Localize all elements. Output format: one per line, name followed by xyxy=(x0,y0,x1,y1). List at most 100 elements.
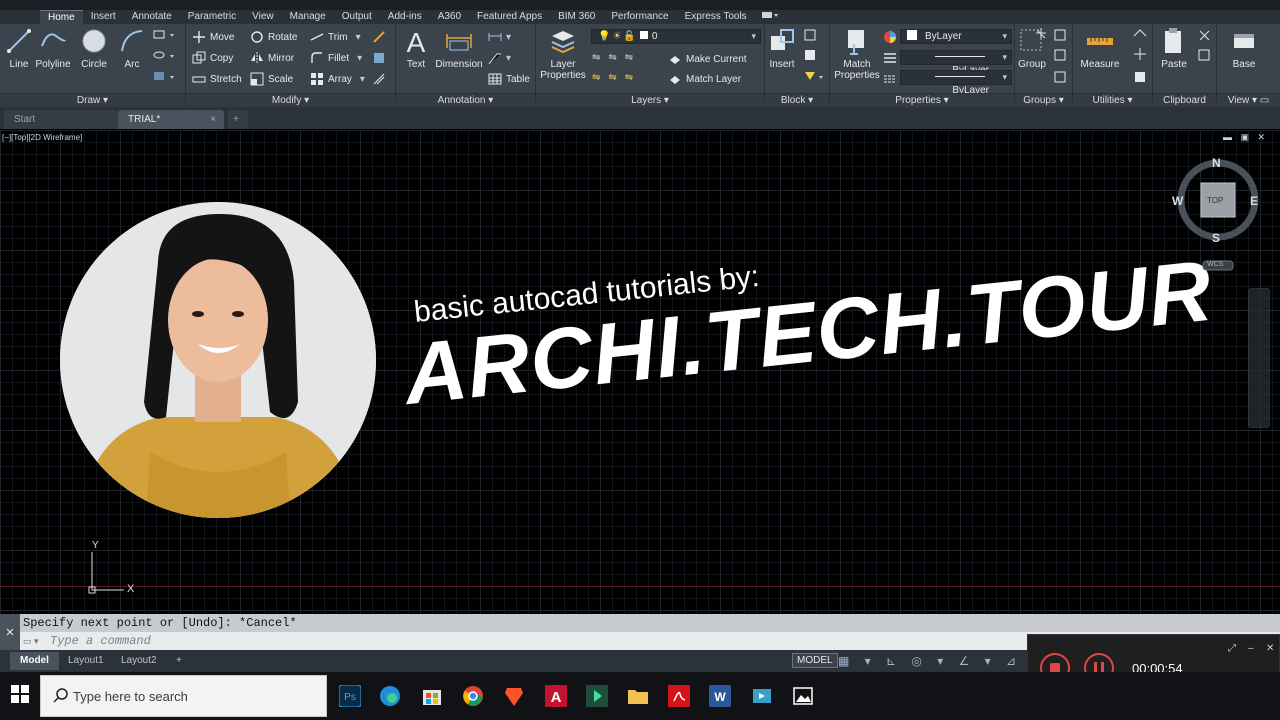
taskbar-search[interactable]: Type here to search xyxy=(40,675,327,717)
snipping-tool-icon[interactable] xyxy=(746,680,778,712)
block-small-tools[interactable] xyxy=(803,28,827,93)
tab-bim-360[interactable]: BIM 360 xyxy=(550,10,603,24)
insert-button[interactable]: Insert xyxy=(759,26,805,70)
stretch-button[interactable]: Stretch xyxy=(192,72,242,86)
layout-tab-layout2[interactable]: Layout2 xyxy=(111,652,167,670)
minimize-icon[interactable]: – xyxy=(1248,643,1254,654)
store-icon[interactable] xyxy=(416,680,448,712)
layout-tab-layout1[interactable]: Layout1 xyxy=(58,652,114,670)
compass-west[interactable]: W xyxy=(1172,194,1183,208)
trim-button[interactable]: Trim ▾ xyxy=(310,30,361,44)
arc-button[interactable]: Arc xyxy=(109,26,155,70)
group-button[interactable]: Group xyxy=(1009,26,1055,70)
viewport-window-controls[interactable]: ▬ ▣ ✕ xyxy=(1223,132,1268,143)
clipboard-small-tools[interactable] xyxy=(1197,28,1213,93)
tab-home[interactable]: Home xyxy=(40,10,83,24)
drawing-area[interactable]: [−][Top][2D Wireframe] ▬ ▣ ✕ basic autoc… xyxy=(0,130,1280,616)
offset-button[interactable] xyxy=(372,72,390,86)
base-button[interactable]: Base xyxy=(1221,26,1267,70)
new-tab-button[interactable]: + xyxy=(228,110,248,129)
annotation-panel-title[interactable]: Annotation ▾ xyxy=(396,93,535,107)
viewcube-top-face[interactable]: TOP xyxy=(1207,196,1223,205)
photos-icon[interactable] xyxy=(787,680,819,712)
properties-panel-title[interactable]: Properties ▾ xyxy=(830,93,1014,107)
command-prompt-icon[interactable]: ▭ ▾ xyxy=(23,636,45,646)
workspace-toggle-icon[interactable] xyxy=(755,10,785,24)
edge-icon[interactable] xyxy=(374,680,406,712)
leader-button[interactable]: ▾ xyxy=(488,51,511,65)
erase-button[interactable] xyxy=(372,30,390,44)
mirror-button[interactable]: Mirror xyxy=(250,51,294,65)
autocad-icon[interactable]: A xyxy=(540,680,572,712)
tab-a360[interactable]: A360 xyxy=(430,10,469,24)
draw-panel-title[interactable]: Draw ▾ xyxy=(0,93,185,107)
utilities-small-tools[interactable] xyxy=(1131,28,1149,93)
explode-button[interactable] xyxy=(372,51,390,65)
expand-icon[interactable]: ⤢ xyxy=(1228,643,1236,654)
color-wheel[interactable] xyxy=(883,30,901,44)
viewcube[interactable]: N S E W TOP WCS xyxy=(1170,152,1266,272)
scale-button[interactable]: Scale xyxy=(250,72,293,86)
acrobat-icon[interactable] xyxy=(663,680,695,712)
linetype-dropdown[interactable]: ByLayer xyxy=(900,70,1012,96)
windows-start-icon[interactable] xyxy=(10,684,30,704)
app-menu-icon[interactable] xyxy=(0,10,40,24)
tab-insert[interactable]: Insert xyxy=(83,10,124,24)
add-layout-button[interactable]: + xyxy=(166,652,192,670)
move-button[interactable]: Move xyxy=(192,30,234,44)
layer-properties-button[interactable]: Layer Properties xyxy=(538,26,588,81)
paste-button[interactable]: Paste xyxy=(1151,26,1197,70)
tab-featured-apps[interactable]: Featured Apps xyxy=(469,10,550,24)
compass-east[interactable]: E xyxy=(1250,194,1258,208)
measure-button[interactable]: Measure xyxy=(1077,26,1123,70)
tab-add-ins[interactable]: Add-ins xyxy=(380,10,430,24)
tab-performance[interactable]: Performance xyxy=(603,10,676,24)
clipboard-panel-title[interactable]: Clipboard xyxy=(1153,93,1216,107)
tab-view[interactable]: View xyxy=(244,10,282,24)
navigation-bar[interactable] xyxy=(1248,288,1270,428)
fillet-button[interactable]: Fillet ▾ xyxy=(310,51,362,65)
modify-panel-title[interactable]: Modify ▾ xyxy=(186,93,395,107)
file-tab-start[interactable]: Start xyxy=(4,110,118,129)
tab-manage[interactable]: Manage xyxy=(282,10,334,24)
word-icon[interactable]: W xyxy=(704,680,736,712)
array-button[interactable]: Array ▾ xyxy=(310,72,365,86)
compass-south[interactable]: S xyxy=(1212,231,1220,245)
layout-tab-model[interactable]: Model xyxy=(10,652,59,670)
match-properties-button[interactable]: Match Properties xyxy=(832,26,882,81)
linear-dim-button[interactable]: ▾ xyxy=(488,30,511,44)
viewport-label[interactable]: [−][Top][2D Wireframe] xyxy=(2,133,82,142)
tab-parametric[interactable]: Parametric xyxy=(180,10,244,24)
dimension-button[interactable]: Dimension xyxy=(433,26,485,70)
layer-tools-row-2[interactable]: ⇋⇋⇋ xyxy=(592,72,641,83)
file-tab-trial[interactable]: TRIAL* × xyxy=(118,110,224,129)
match-layer-button[interactable]: Match Layer xyxy=(668,72,741,86)
chrome-icon[interactable] xyxy=(457,680,489,712)
polyline-button[interactable]: Polyline xyxy=(30,26,76,70)
groups-panel-title[interactable]: Groups ▾ xyxy=(1015,93,1072,107)
close-icon[interactable]: ✕ xyxy=(1266,643,1274,654)
group-small-tools[interactable] xyxy=(1053,28,1069,93)
block-panel-title[interactable]: Block ▾ xyxy=(765,93,829,107)
rotate-button[interactable]: Rotate xyxy=(250,30,297,44)
make-current-button[interactable]: Make Current xyxy=(668,52,747,66)
tab-express-tools[interactable]: Express Tools xyxy=(677,10,755,24)
media-player-icon[interactable] xyxy=(581,680,613,712)
copy-button[interactable]: Copy xyxy=(192,51,233,65)
tab-output[interactable]: Output xyxy=(334,10,380,24)
utilities-panel-title[interactable]: Utilities ▾ xyxy=(1073,93,1152,107)
layers-panel-title[interactable]: Layers ▾ xyxy=(536,93,764,107)
compass-north[interactable]: N xyxy=(1212,156,1221,170)
wcs-menu[interactable]: WCS xyxy=(1207,261,1223,268)
brave-icon[interactable] xyxy=(498,680,530,712)
layer-dropdown[interactable]: 💡 ☀ 🔓 0 xyxy=(591,29,761,44)
close-icon[interactable]: × xyxy=(210,110,216,129)
lineweight-dropdown[interactable]: ByLayer xyxy=(900,50,1012,76)
model-space-button[interactable]: MODEL xyxy=(792,653,838,668)
view-panel-title[interactable]: View ▾ ▭ xyxy=(1217,93,1280,107)
layer-tools-row-1[interactable]: ⇋⇋⇋ xyxy=(592,52,641,63)
color-dropdown[interactable]: ByLayer xyxy=(900,29,1012,44)
file-explorer-icon[interactable] xyxy=(622,680,654,712)
rectangle-hatch-icons[interactable] xyxy=(152,28,178,90)
table-button[interactable]: Table xyxy=(488,72,530,86)
